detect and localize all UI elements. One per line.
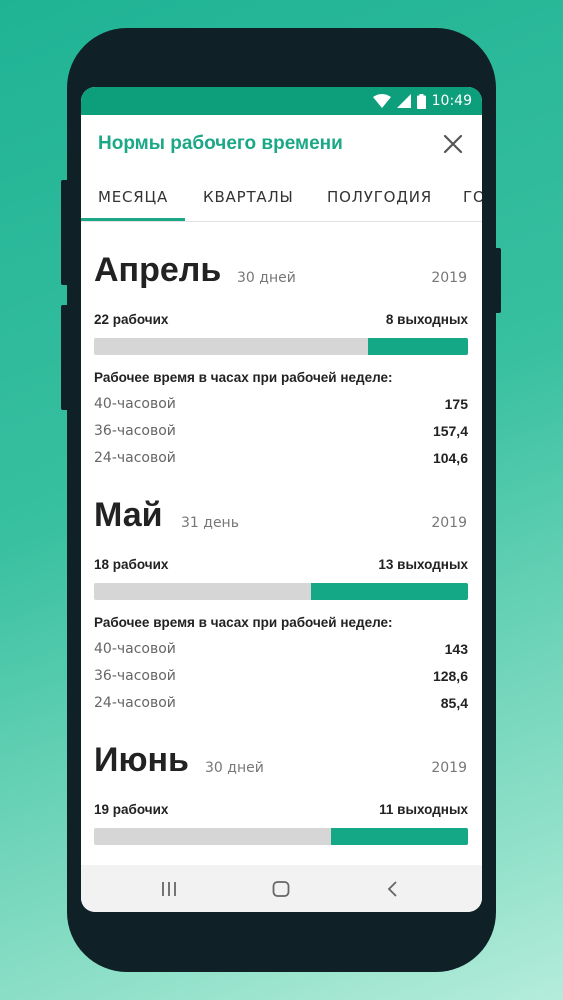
month-name: Апрель: [94, 251, 222, 289]
back-icon[interactable]: [381, 877, 405, 901]
hours-heading: Рабочее время в часах при рабочей неделе…: [94, 615, 393, 630]
working-days: 19 рабочих: [94, 802, 169, 817]
signal-icon: [396, 94, 411, 108]
hours-row-label: 36-часовой: [94, 668, 176, 684]
home-icon[interactable]: [269, 877, 293, 901]
hours-row-value: 85,4: [440, 695, 468, 711]
working-days: 18 рабочих: [94, 557, 169, 572]
month-year: 2019: [431, 270, 467, 286]
page-title: Нормы рабочего времени: [98, 133, 343, 154]
days-progress-bar: [94, 338, 468, 355]
days-progress-bar: [94, 828, 468, 845]
month-days: 31 день: [181, 515, 239, 531]
hours-row-value: 104,6: [432, 450, 468, 466]
month-name: Июнь: [94, 741, 189, 779]
status-time: 10:49: [431, 93, 472, 109]
wifi-icon: [372, 94, 391, 108]
tab-bar: МЕСЯЦА КВАРТАЛЫ ПОЛУГОДИЯ ГО: [81, 175, 482, 222]
months-list[interactable]: Апрель 30 дней 2019 22 рабочих 8 выходны…: [81, 222, 482, 865]
hours-row-value: 128,6: [432, 668, 468, 684]
days-off-fill: [368, 338, 468, 355]
days-off-fill: [311, 583, 468, 600]
hours-row-value: 157,4: [432, 423, 468, 439]
tab-quarters[interactable]: КВАРТАЛЫ: [203, 188, 294, 206]
system-nav-bar: [81, 865, 482, 912]
hours-row-label: 40-часовой: [94, 396, 176, 412]
app-bar: Нормы рабочего времени: [81, 115, 482, 175]
month-days: 30 дней: [237, 270, 296, 286]
tab-indicator: [81, 218, 185, 221]
days-off: 13 выходных: [378, 557, 468, 572]
hours-row-label: 24-часовой: [94, 450, 176, 466]
battery-icon: [416, 93, 426, 109]
tab-months[interactable]: МЕСЯЦА: [98, 188, 168, 206]
hours-row-label: 24-часовой: [94, 695, 176, 711]
hours-row-label: 40-часовой: [94, 641, 176, 657]
month-name: Май: [94, 496, 163, 534]
app-screen: 10:49 Нормы рабочего времени МЕСЯЦА КВАР…: [81, 87, 482, 912]
hours-row-label: 36-часовой: [94, 423, 176, 439]
tab-half-years[interactable]: ПОЛУГОДИЯ: [327, 188, 432, 206]
hours-row-value: 143: [444, 641, 468, 657]
hours-heading: Рабочее время в часах при рабочей неделе…: [94, 370, 393, 385]
month-days: 30 дней: [205, 760, 264, 776]
month-year: 2019: [431, 515, 467, 531]
recent-apps-icon[interactable]: [157, 877, 181, 901]
days-off-fill: [330, 828, 468, 845]
days-progress-bar: [94, 583, 468, 600]
month-year: 2019: [431, 760, 467, 776]
close-icon[interactable]: [442, 133, 464, 155]
status-bar: 10:49: [81, 87, 482, 115]
tab-years[interactable]: ГО: [463, 188, 482, 206]
working-days: 22 рабочих: [94, 312, 169, 327]
days-off: 11 выходных: [379, 802, 468, 817]
hours-row-value: 175: [444, 396, 468, 412]
days-off: 8 выходных: [385, 312, 468, 327]
